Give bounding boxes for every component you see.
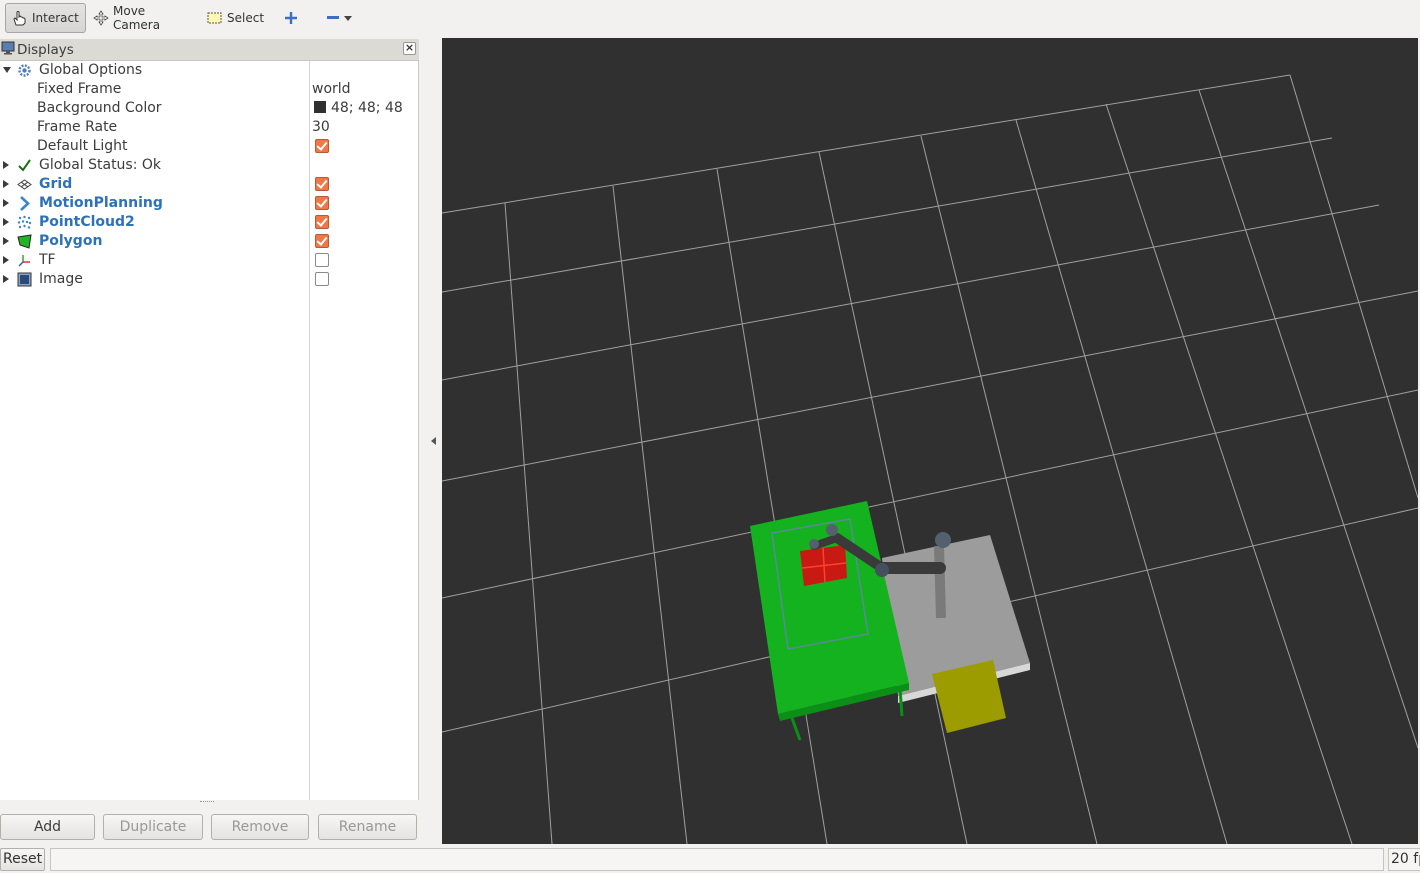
tree-item-global-status[interactable]: Global Status: Ok	[0, 156, 418, 175]
rename-display-button[interactable]: Rename	[318, 814, 417, 840]
tree-item-label: Grid	[39, 176, 73, 192]
collapse-panel-arrow-icon[interactable]	[431, 437, 436, 445]
tree-item-label: Global Options	[39, 62, 143, 78]
duplicate-display-button[interactable]: Duplicate	[103, 814, 203, 840]
checkmark-icon	[17, 158, 32, 173]
property-name: Fixed Frame	[37, 81, 122, 97]
polygon-enabled-checkbox[interactable]	[315, 234, 329, 248]
tree-item-grid[interactable]: Grid	[0, 175, 418, 194]
motionplanning-enabled-checkbox[interactable]	[315, 196, 329, 210]
property-value[interactable]: 30	[312, 119, 330, 135]
select-label: Select	[227, 11, 265, 25]
expand-arrow-icon[interactable]	[3, 67, 11, 73]
pointcloud2-enabled-checkbox[interactable]	[315, 215, 329, 229]
property-name: Frame Rate	[37, 119, 118, 135]
property-default-light[interactable]: Default Light	[0, 137, 418, 156]
expand-arrow-icon[interactable]	[3, 180, 9, 188]
toolbar: Interact Move Camera Select	[0, 0, 1420, 38]
tree-item-motionplanning[interactable]: MotionPlanning	[0, 194, 418, 213]
move-camera-icon	[93, 10, 109, 26]
tf-axes-icon	[17, 253, 32, 268]
move-camera-label: Move Camera	[113, 4, 161, 32]
expand-arrow-icon[interactable]	[3, 161, 9, 169]
expand-arrow-icon[interactable]	[3, 199, 9, 207]
focus-camera-tool-button[interactable]	[280, 3, 300, 33]
select-rectangle-icon	[207, 11, 223, 25]
render-viewport[interactable]	[442, 38, 1418, 844]
hand-pointer-icon	[10, 9, 28, 27]
crosshair-plus-icon	[284, 11, 298, 25]
monitor-icon	[1, 41, 15, 59]
tree-item-label: Polygon	[39, 233, 103, 249]
tree-item-label: PointCloud2	[39, 214, 135, 230]
tree-item-polygon[interactable]: Polygon	[0, 232, 418, 251]
interact-tool-button[interactable]: Interact	[5, 3, 86, 33]
tf-enabled-checkbox[interactable]	[315, 253, 329, 267]
tree-item-label: Image	[39, 271, 83, 287]
grid-lines	[442, 74, 1418, 844]
property-value-container[interactable]: 48; 48; 48	[312, 100, 403, 116]
reset-button[interactable]: Reset	[0, 848, 45, 871]
point-cloud-icon	[17, 215, 32, 230]
status-message-field	[50, 848, 1384, 871]
default-light-checkbox[interactable]	[315, 139, 329, 153]
tree-item-image[interactable]: Image	[0, 270, 418, 289]
displays-panel-title: Displays	[17, 41, 74, 58]
property-fixed-frame[interactable]: Fixed Frame world	[0, 80, 418, 99]
grid-enabled-checkbox[interactable]	[315, 177, 329, 191]
expand-arrow-icon[interactable]	[3, 275, 9, 283]
add-display-button[interactable]: Add	[0, 814, 95, 840]
color-swatch	[314, 101, 326, 113]
tree-item-global-options[interactable]: Global Options	[0, 61, 418, 80]
panel-splitter-handle[interactable]	[200, 801, 214, 805]
close-icon: ×	[404, 41, 415, 54]
scene-svg	[442, 74, 1418, 844]
property-name: Background Color	[37, 100, 162, 116]
close-panel-button[interactable]: ×	[403, 42, 416, 55]
image-enabled-checkbox[interactable]	[315, 272, 329, 286]
displays-tree: Global Options Fixed Frame world Backgro…	[0, 61, 419, 800]
property-frame-rate[interactable]: Frame Rate 30	[0, 118, 418, 137]
tree-item-label: MotionPlanning	[39, 195, 163, 211]
chevron-down-icon	[344, 15, 352, 21]
gear-icon	[17, 63, 32, 78]
motion-planning-icon	[17, 196, 32, 211]
grid-icon	[17, 177, 32, 192]
interact-label: Interact	[32, 11, 79, 25]
property-background-color[interactable]: Background Color 48; 48; 48	[0, 99, 418, 118]
minus-icon	[326, 15, 340, 21]
move-camera-tool-button[interactable]: Move Camera	[89, 3, 194, 33]
expand-arrow-icon[interactable]	[3, 218, 9, 226]
tree-item-pointcloud2[interactable]: PointCloud2	[0, 213, 418, 232]
remove-display-button[interactable]: Remove	[211, 814, 309, 840]
status-bar: Reset 20 fps	[0, 845, 1420, 873]
tree-item-label: TF	[39, 252, 56, 268]
image-icon	[17, 272, 32, 287]
property-name: Default Light	[37, 138, 128, 154]
fps-readout: 20 fps	[1388, 848, 1420, 871]
property-value: 48; 48; 48	[331, 100, 403, 116]
property-value[interactable]: world	[312, 81, 351, 97]
select-tool-button[interactable]: Select	[203, 3, 267, 33]
remove-tool-dropdown[interactable]	[322, 3, 356, 33]
tree-item-tf[interactable]: TF	[0, 251, 418, 270]
expand-arrow-icon[interactable]	[3, 256, 9, 264]
robot-scene	[750, 501, 1030, 741]
expand-arrow-icon[interactable]	[3, 237, 9, 245]
displays-panel-header: Displays ×	[0, 39, 419, 61]
polygon-icon	[17, 234, 32, 249]
tree-item-label: Global Status: Ok	[39, 157, 162, 173]
